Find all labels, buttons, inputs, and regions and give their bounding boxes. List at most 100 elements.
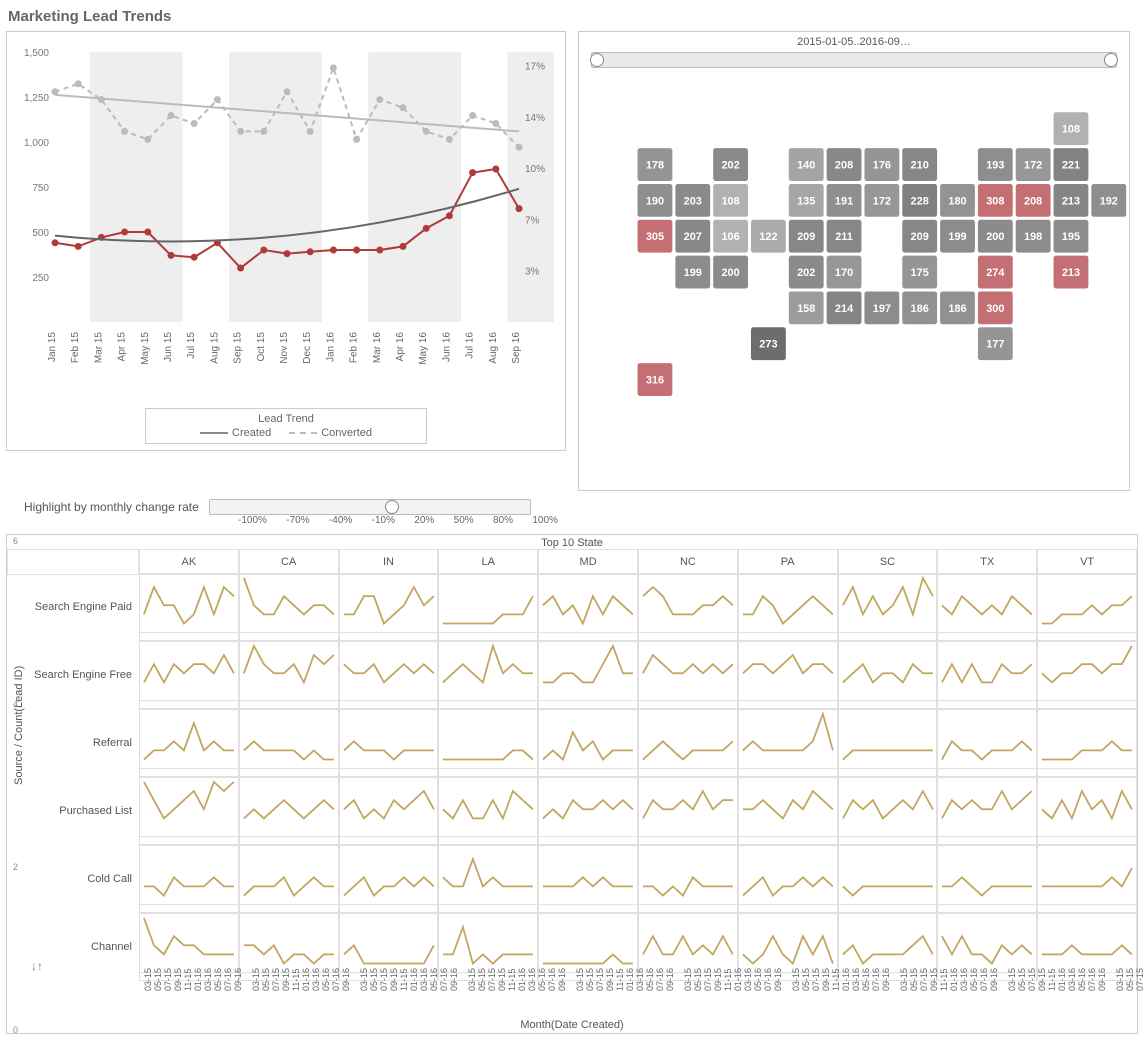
cell-Search Engine Free-NC[interactable] (638, 641, 738, 709)
svg-text:May 15: May 15 (140, 332, 151, 365)
legend-converted: Converted (321, 427, 372, 439)
cell-Referral-LA[interactable] (438, 709, 538, 777)
svg-text:3%: 3% (525, 267, 540, 278)
cell-Search Engine Free-IN[interactable] (339, 641, 439, 709)
svg-text:175: 175 (911, 267, 929, 279)
svg-text:177: 177 (986, 339, 1004, 351)
svg-text:199: 199 (684, 267, 702, 279)
sort-icon[interactable]: ↓↑ (31, 959, 43, 973)
cell-Cold Call-TX[interactable] (937, 845, 1037, 913)
col-TX[interactable]: TX (937, 549, 1037, 575)
col-SC[interactable]: SC (838, 549, 938, 575)
page-title: Marketing Lead Trends (8, 8, 1138, 25)
cell-Purchased List-CA[interactable] (239, 777, 339, 845)
cell-Search Engine Paid-AK[interactable] (139, 573, 239, 641)
cell-Search Engine Paid-PA[interactable] (738, 573, 838, 641)
svg-text:190: 190 (646, 195, 664, 207)
row-5: Channel (7, 913, 139, 981)
cell-Referral-PA[interactable] (738, 709, 838, 777)
date-range-slider[interactable] (591, 52, 1117, 68)
cell-Search Engine Paid-CA[interactable] (239, 573, 339, 641)
svg-text:172: 172 (873, 195, 891, 207)
svg-text:750: 750 (32, 183, 49, 194)
cell-Referral-TX[interactable] (937, 709, 1037, 777)
svg-text:192: 192 (1100, 195, 1118, 207)
cell-Referral-NC[interactable] (638, 709, 738, 777)
cell-Purchased List-NC[interactable] (638, 777, 738, 845)
col-PA[interactable]: PA (738, 549, 838, 575)
svg-text:172: 172 (1024, 160, 1042, 172)
cell-Cold Call-CA[interactable] (239, 845, 339, 913)
cell-Referral-CA[interactable] (239, 709, 339, 777)
cell-Search Engine Free-CA[interactable] (239, 641, 339, 709)
svg-text:Jul 15: Jul 15 (186, 332, 197, 359)
col-IN[interactable]: IN (339, 549, 439, 575)
highlight-slider[interactable] (209, 499, 531, 515)
cell-Referral-VT[interactable] (1037, 709, 1137, 777)
svg-text:1,250: 1,250 (24, 93, 49, 104)
cell-Search Engine Free-MD[interactable] (538, 641, 638, 709)
cell-Search Engine Paid-SC[interactable] (838, 573, 938, 641)
col-LA[interactable]: LA (438, 549, 538, 575)
cell-Search Engine Paid-TX[interactable] (937, 573, 1037, 641)
cell-Search Engine Free-AK[interactable] (139, 641, 239, 709)
cell-Cold Call-IN[interactable] (339, 845, 439, 913)
svg-text:Apr 15: Apr 15 (117, 332, 128, 362)
slider-handle-left[interactable] (590, 53, 604, 67)
svg-text:Sep 16: Sep 16 (511, 332, 522, 364)
cell-Search Engine Paid-VT[interactable] (1037, 573, 1137, 641)
row-4: Cold Call (7, 845, 139, 913)
svg-text:May 16: May 16 (418, 332, 429, 365)
cell-Search Engine Free-SC[interactable] (838, 641, 938, 709)
cell-Search Engine Free-PA[interactable] (738, 641, 838, 709)
highlight-handle[interactable] (385, 500, 399, 514)
cell-Search Engine Free-TX[interactable] (937, 641, 1037, 709)
cell-Referral-AK[interactable] (139, 709, 239, 777)
cell-Purchased List-AK[interactable] (139, 777, 239, 845)
col-AK[interactable]: AK (139, 549, 239, 575)
svg-text:Aug 15: Aug 15 (209, 332, 220, 364)
cell-Cold Call-VT[interactable] (1037, 845, 1137, 913)
lead-trend-legend: Lead Trend Created Converted (145, 408, 427, 444)
col-NC[interactable]: NC (638, 549, 738, 575)
cell-Cold Call-NC[interactable] (638, 845, 738, 913)
col-CA[interactable]: CA (239, 549, 339, 575)
cell-Cold Call-AK[interactable] (139, 845, 239, 913)
svg-text:308: 308 (986, 195, 1004, 207)
svg-text:Oct 15: Oct 15 (256, 332, 267, 362)
svg-text:108: 108 (1062, 124, 1080, 136)
svg-text:200: 200 (721, 267, 739, 279)
cell-Cold Call-MD[interactable] (538, 845, 638, 913)
cell-Referral-IN[interactable] (339, 709, 439, 777)
svg-text:208: 208 (1024, 195, 1042, 207)
svg-text:Jan 15: Jan 15 (47, 332, 58, 362)
cell-Purchased List-TX[interactable] (937, 777, 1037, 845)
svg-text:Nov 15: Nov 15 (279, 332, 290, 364)
row-3: Purchased List (7, 777, 139, 845)
col-VT[interactable]: VT (1037, 549, 1137, 575)
cell-Search Engine Paid-NC[interactable] (638, 573, 738, 641)
svg-text:210: 210 (911, 160, 929, 172)
cell-Purchased List-IN[interactable] (339, 777, 439, 845)
col-MD[interactable]: MD (538, 549, 638, 575)
cell-Search Engine Free-LA[interactable] (438, 641, 538, 709)
cell-Search Engine Free-VT[interactable] (1037, 641, 1137, 709)
us-map[interactable]: 1081782021402081762101931722211902031081… (579, 72, 1129, 490)
cell-Purchased List-MD[interactable] (538, 777, 638, 845)
cell-Cold Call-PA[interactable] (738, 845, 838, 913)
slider-handle-right[interactable] (1104, 53, 1118, 67)
cell-Purchased List-LA[interactable] (438, 777, 538, 845)
cell-Referral-MD[interactable] (538, 709, 638, 777)
cell-Search Engine Paid-MD[interactable] (538, 573, 638, 641)
cell-Purchased List-VT[interactable] (1037, 777, 1137, 845)
cell-Search Engine Paid-IN[interactable] (339, 573, 439, 641)
highlight-ticks: -100%-70%-40%-10%20%50%80%100% (238, 515, 558, 526)
cell-Purchased List-PA[interactable] (738, 777, 838, 845)
row-0: 6420Search Engine Paid (7, 573, 139, 641)
cell-Purchased List-SC[interactable] (838, 777, 938, 845)
cell-Cold Call-SC[interactable] (838, 845, 938, 913)
cell-Cold Call-LA[interactable] (438, 845, 538, 913)
svg-text:106: 106 (721, 231, 739, 243)
cell-Referral-SC[interactable] (838, 709, 938, 777)
cell-Search Engine Paid-LA[interactable] (438, 573, 538, 641)
